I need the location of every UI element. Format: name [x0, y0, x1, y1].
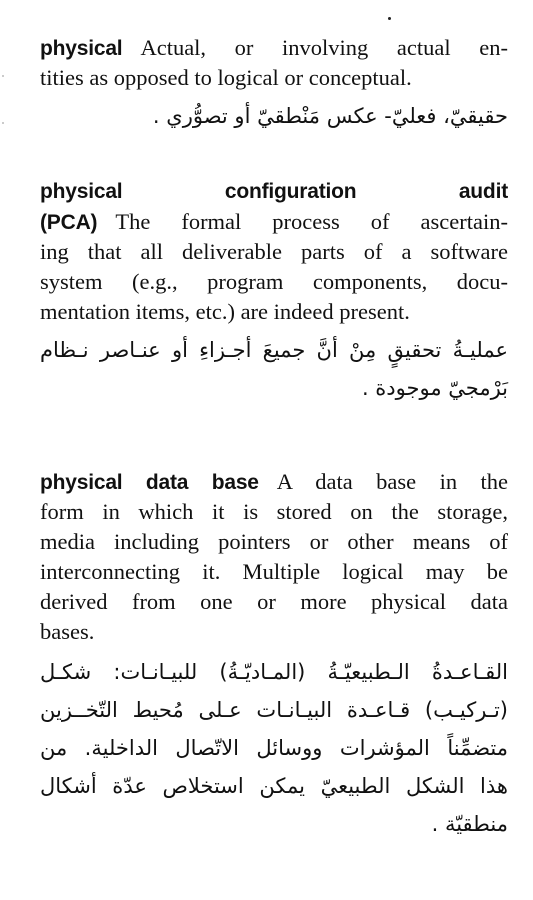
definition-line: form in which it is stored on the storag…	[40, 499, 508, 524]
definition-line: derived from one or more physical data	[40, 589, 508, 614]
entry-term-line: physical configuration audit	[40, 177, 508, 207]
entry-term-word: configuration	[224, 180, 357, 203]
entry-term-abbreviation: (PCA)	[40, 211, 98, 234]
arabic-translation: عمليـةُ تحقيقٍ مِنْ أنَّ جميعَ أجـزاءِ أ…	[40, 338, 508, 362]
entry-term-word: physical	[40, 180, 123, 203]
arabic-translation: (تـركيـب) قـاعـدة البيـانـات عـلى مُحيط …	[40, 698, 508, 722]
entry-term: physical data base	[40, 471, 259, 494]
definition-line: media including pointers or other means …	[40, 529, 508, 554]
entry-physical-data-base: physical data base A data base in the for…	[40, 467, 508, 843]
arabic-translation: منطقيّة .	[431, 812, 508, 836]
definition-line: tities as opposed to logical or conceptu…	[40, 65, 412, 90]
definition-line: physical Actual, or involving actual en-	[40, 33, 508, 63]
arabic-translation: هذا الشكل الطبيعيّ يمكن استخلاص عدّة أشك…	[40, 774, 508, 798]
definition-text: The formal process of ascertain-	[115, 209, 508, 234]
arabic-translation: متضمِّناً المؤشرات ووسائل الاتّصال الداخ…	[40, 736, 508, 760]
definition-line: bases.	[40, 619, 95, 644]
definition-line: mentation items, etc.) are indeed presen…	[40, 299, 410, 324]
margin-mark	[2, 75, 4, 77]
definition-line: system (e.g., program components, docu-	[40, 269, 508, 294]
entry-physical: physical Actual, or involving actual en- …	[40, 33, 508, 135]
definition-line: (PCA) The formal process of ascertain-	[40, 207, 508, 237]
dictionary-page: physical Actual, or involving actual en- …	[0, 0, 533, 900]
definition-line: ing that all deliverable parts of a soft…	[40, 239, 508, 264]
arabic-translation: بَرْمجيّ موجودة .	[361, 376, 508, 400]
definition-text: A data base in the	[276, 469, 509, 494]
definition-line: physical data base A data base in the	[40, 467, 508, 497]
entry-physical-configuration-audit: physical configuration audit (PCA) The fo…	[40, 177, 508, 407]
definition-line: interconnecting it. Multiple logical may…	[40, 559, 508, 584]
page-speck	[388, 17, 391, 20]
entry-term-word: audit	[458, 180, 508, 203]
margin-mark	[2, 122, 4, 124]
arabic-translation: حقيقيّ، فعليّ- عكس مَنْطقيّ أو تصوُّري .	[152, 104, 508, 128]
arabic-translation: القـاعـدةُ الـطبيعيّـةُ (المـاديّـةُ) لل…	[40, 660, 508, 684]
definition-text: Actual, or involving actual en-	[140, 35, 508, 60]
entry-term: physical	[40, 37, 123, 60]
